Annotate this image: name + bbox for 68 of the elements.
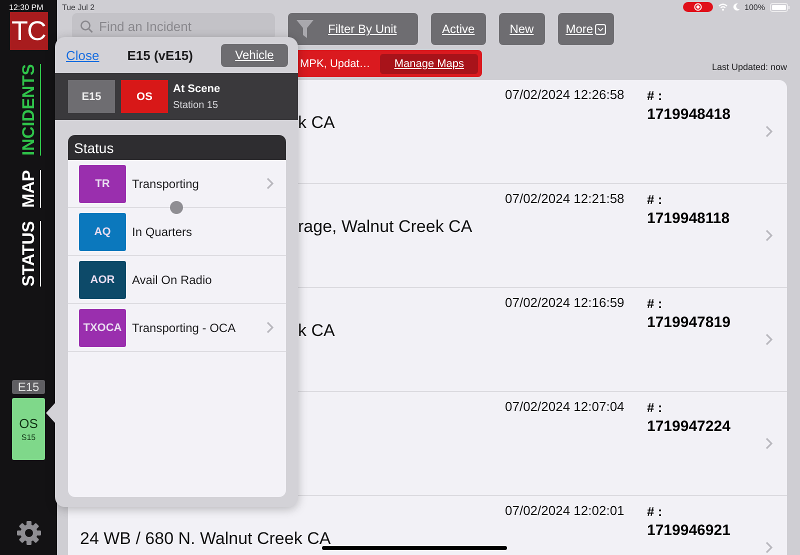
toolbar-button[interactable]: New <box>498 13 545 45</box>
status-option[interactable]: AOR Avail On Radio <box>68 256 286 304</box>
incident-number: 1719946921 <box>647 522 732 539</box>
status-date: Tue Jul 2 <box>62 3 95 12</box>
app-logo: TC <box>10 12 48 50</box>
wifi-icon <box>718 3 728 11</box>
unit-station: S15 <box>21 433 36 442</box>
status-option-label: In Quarters <box>132 224 194 238</box>
incident-time: 07/02/2024 12:16:59 <box>505 295 626 312</box>
last-updated: Last Updated: now <box>712 62 787 72</box>
sidebar-tab[interactable]: MAP <box>18 170 38 208</box>
incident-number: 1719947224 <box>647 418 732 435</box>
status-code-badge: AOR <box>79 260 126 298</box>
vehicle-button[interactable]: Vehicle <box>221 44 288 66</box>
incident-time: 07/02/2024 12:26:58 <box>505 87 626 104</box>
incident-time: 07/02/2024 12:02:01 <box>505 503 626 520</box>
battery-icon <box>770 2 790 12</box>
status-code-badge: AQ <box>79 212 126 250</box>
status-label: At Scene <box>173 82 220 94</box>
status-code-badge: TXOCA <box>79 308 126 346</box>
incident-number: 1719948418 <box>647 106 732 123</box>
incident-number: 1719947819 <box>647 314 732 331</box>
incident-address: k CA <box>298 113 335 132</box>
incident-number-label: # : <box>647 192 664 207</box>
status-code-badge: TR <box>79 164 126 202</box>
incident-number-label: # : <box>647 400 664 415</box>
station-label: Station 15 <box>173 100 220 110</box>
unit-name: E15 <box>12 380 45 394</box>
battery-percent: 100% <box>744 2 765 12</box>
moon-icon <box>732 3 740 11</box>
dropdown-icon <box>595 24 606 34</box>
unit-status-code: OS <box>19 416 38 431</box>
chevron-icon <box>765 333 773 346</box>
chevron-icon <box>765 437 773 450</box>
status-option-label: Transporting - OCA <box>132 320 237 334</box>
filter-icon <box>296 19 314 39</box>
status-code-tile: OS <box>121 80 168 113</box>
toolbar-button[interactable]: Active <box>431 13 486 45</box>
toolbar-button[interactable]: Filter By Unit <box>288 13 418 45</box>
unit-status-tile[interactable]: OS S15 <box>12 398 45 460</box>
status-option[interactable]: TR Transporting <box>68 160 286 208</box>
toolbar-button[interactable]: More <box>558 13 614 45</box>
status-panel-header: Status <box>68 135 286 160</box>
status-option[interactable]: AQ In Quarters <box>68 208 286 256</box>
status-option[interactable]: TXOCA Transporting - OCA <box>68 304 286 352</box>
record-icon <box>694 3 702 11</box>
chevron-icon <box>765 541 773 554</box>
alert-text: MPK, Updat… <box>300 58 370 70</box>
settings-icon[interactable] <box>16 520 42 546</box>
chevron-icon <box>765 229 773 242</box>
incident-address: rage, Walnut Creek CA <box>298 217 472 236</box>
incident-number: 1719948118 <box>647 210 731 227</box>
search-icon <box>80 20 93 33</box>
status-option-label: Avail On Radio <box>132 272 213 286</box>
chevron-icon <box>765 125 773 138</box>
popover-title: E15 (vE15) <box>126 48 194 62</box>
unit-code-tile: E15 <box>68 80 115 113</box>
incident-time: 07/02/2024 12:07:04 <box>505 399 626 416</box>
sidebar-tab[interactable]: INCIDENTS <box>18 64 38 156</box>
status-time: 12:30 PM <box>9 3 44 12</box>
incident-number-label: # : <box>647 504 664 519</box>
incident-address: k CA <box>298 321 335 340</box>
incident-number-label: # : <box>647 296 664 311</box>
sidebar-tab[interactable]: STATUS <box>18 221 38 287</box>
incident-time: 07/02/2024 12:21:58 <box>505 191 626 208</box>
incident-number-label: # : <box>647 88 664 103</box>
incident-address: 24 WB / 680 N. Walnut Creek CA <box>80 529 331 548</box>
manage-maps-button[interactable]: Manage Maps <box>380 54 478 74</box>
